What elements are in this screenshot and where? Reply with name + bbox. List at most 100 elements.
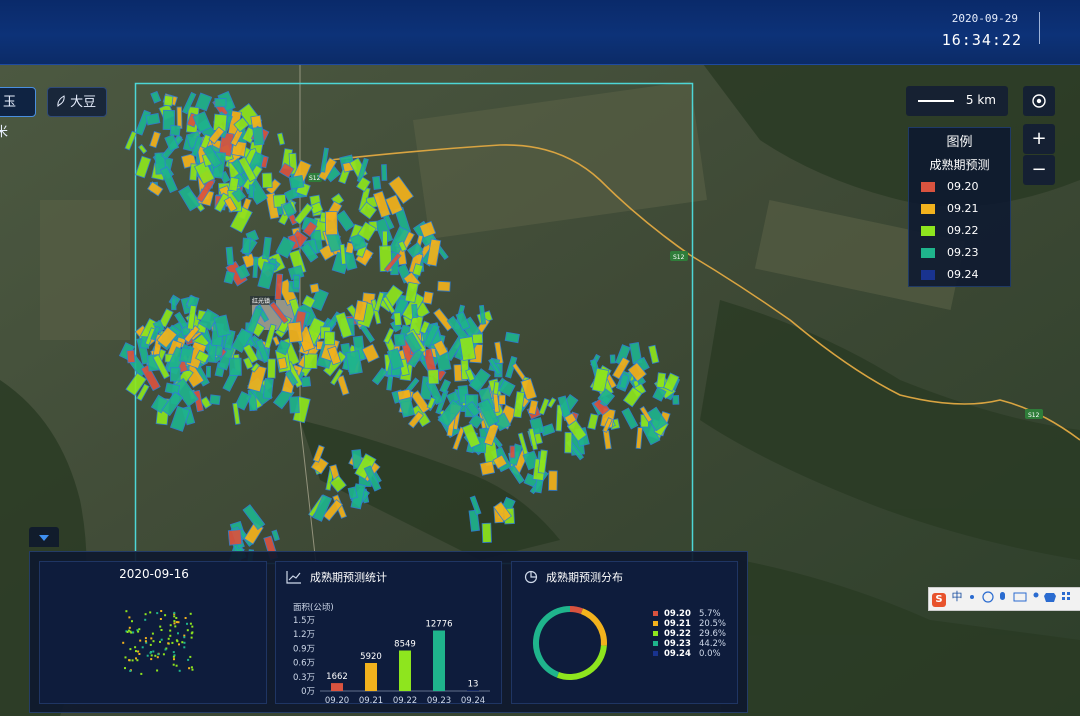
crop-field-polygon[interactable] (672, 394, 680, 405)
crop-field-polygon[interactable] (169, 124, 181, 137)
thumbnail-field (177, 621, 180, 624)
thumbnail-field (122, 641, 125, 644)
tab-soybean[interactable]: 大豆 (47, 87, 107, 117)
minus-icon: − (1031, 159, 1047, 180)
thumbnail-field (175, 639, 178, 642)
distribution-panel: 成熟期预测分布 09.20 5.7% 09.21 20.5% 09.22 29.6% 09.… (511, 561, 738, 704)
crop-field-polygon[interactable] (225, 246, 235, 266)
donut-legend-value: 0.0% (699, 649, 721, 659)
crop-field-polygon[interactable] (227, 529, 243, 546)
bar-09.24[interactable] (467, 690, 479, 692)
donut-legend-swatch (653, 621, 658, 626)
crop-field-polygon[interactable] (169, 367, 181, 382)
crop-field-polygon[interactable] (564, 431, 573, 454)
crop-field-polygon[interactable] (176, 106, 183, 130)
tab-corn[interactable]: 玉米 (0, 87, 36, 140)
crop-field-polygon[interactable] (277, 357, 288, 370)
road-badge-1: S12 (673, 254, 685, 261)
y-tick-label: 0万 (301, 687, 315, 697)
donut-legend-label: 09.24 (664, 649, 691, 659)
crop-field-polygon[interactable] (145, 112, 161, 126)
crop-field-polygon[interactable] (498, 394, 506, 405)
sogou-icon[interactable]: S (932, 593, 946, 607)
crop-field-polygon[interactable] (303, 353, 318, 369)
ime-toolbar[interactable]: S 中 (928, 587, 1080, 611)
crop-field-polygon[interactable] (309, 283, 320, 294)
crop-field-polygon[interactable] (252, 126, 265, 146)
ime-tool-icons[interactable] (968, 590, 1072, 604)
crop-field-polygon[interactable] (209, 394, 221, 406)
crop-field-polygon[interactable] (292, 274, 301, 289)
legend-swatch (921, 270, 935, 280)
crop-field-polygon[interactable] (422, 290, 434, 305)
crop-field-polygon[interactable] (427, 369, 440, 385)
crop-field-polygon[interactable] (393, 312, 403, 327)
crop-field-polygon[interactable] (228, 176, 240, 192)
zoom-in-button[interactable]: + (1023, 124, 1055, 154)
crop-field-polygon[interactable] (205, 365, 212, 378)
crop-field-polygon[interactable] (411, 303, 419, 319)
crop-field-polygon[interactable] (481, 522, 492, 544)
crop-field-polygon[interactable] (287, 321, 304, 344)
bar-09.22[interactable] (399, 650, 411, 692)
crop-field-polygon[interactable] (228, 357, 242, 377)
thumbnail-field (146, 654, 149, 657)
bar-09.23[interactable] (433, 630, 445, 692)
crop-field-polygon[interactable] (126, 349, 136, 364)
crop-field-polygon[interactable] (206, 343, 218, 363)
crop-field-polygon[interactable] (288, 174, 305, 190)
crop-field-polygon[interactable] (242, 237, 251, 255)
crop-field-polygon[interactable] (252, 256, 259, 279)
collapse-panel-button[interactable] (29, 527, 59, 547)
thumbnail-field (160, 629, 163, 631)
thumbnail-field (132, 631, 134, 634)
crop-field-polygon[interactable] (323, 331, 336, 346)
donut-slice-09.22[interactable] (556, 645, 607, 680)
crop-field-polygon[interactable] (267, 358, 276, 379)
crop-field-polygon[interactable] (372, 175, 382, 190)
thumbnail-field (189, 612, 192, 615)
thumbnail-field (150, 654, 153, 657)
x-tick-label: 09.21 (359, 696, 383, 704)
crop-field-polygon[interactable] (509, 445, 516, 459)
crop-field-polygon[interactable] (324, 211, 338, 236)
crop-field-polygon[interactable] (163, 94, 174, 107)
thumbnail-field (181, 641, 184, 644)
crop-field-polygon[interactable] (248, 184, 255, 199)
thumbnail-field (178, 643, 180, 646)
bar-09.21[interactable] (365, 663, 377, 691)
donut-slice-09.20[interactable] (569, 606, 583, 615)
crop-field-polygon[interactable] (274, 273, 284, 301)
crop-field-polygon[interactable] (609, 354, 616, 364)
crop-field-polygon[interactable] (288, 396, 300, 414)
donut-slice-09.21[interactable] (580, 608, 607, 646)
donut-slice-09.23[interactable] (533, 606, 571, 678)
crop-field-polygon[interactable] (393, 333, 406, 347)
crop-field-polygon[interactable] (437, 280, 451, 292)
crop-field-polygon[interactable] (381, 164, 388, 181)
crop-field-polygon[interactable] (479, 460, 496, 476)
locate-icon (1032, 94, 1046, 108)
crop-field-polygon[interactable] (548, 470, 558, 491)
crop-field-polygon[interactable] (300, 376, 312, 388)
thumbnail-field (138, 628, 141, 631)
thumbnail-field (186, 629, 189, 632)
bar-09.20[interactable] (331, 683, 343, 691)
crop-field-polygon[interactable] (504, 331, 520, 344)
thumbnail-field (173, 620, 176, 623)
thumbnail-field (175, 617, 178, 619)
thumbnail-field (160, 638, 163, 641)
bar-value-label: 13 (468, 680, 479, 690)
crop-field-polygon[interactable] (179, 346, 194, 364)
locate-button[interactable] (1023, 86, 1055, 116)
ime-language-toggle[interactable]: 中 (952, 590, 963, 603)
crop-field-polygon[interactable] (261, 172, 273, 189)
zoom-out-button[interactable]: − (1023, 155, 1055, 185)
crop-field-polygon[interactable] (262, 378, 274, 400)
thumbnail-field (156, 669, 159, 672)
crop-field-polygon[interactable] (471, 333, 484, 344)
crop-field-polygon[interactable] (214, 98, 227, 108)
top-header-bar: 2020-09-29 16:34:22 (0, 0, 1080, 65)
thumbnail-field (124, 656, 127, 659)
crop-field-polygon[interactable] (170, 297, 177, 311)
